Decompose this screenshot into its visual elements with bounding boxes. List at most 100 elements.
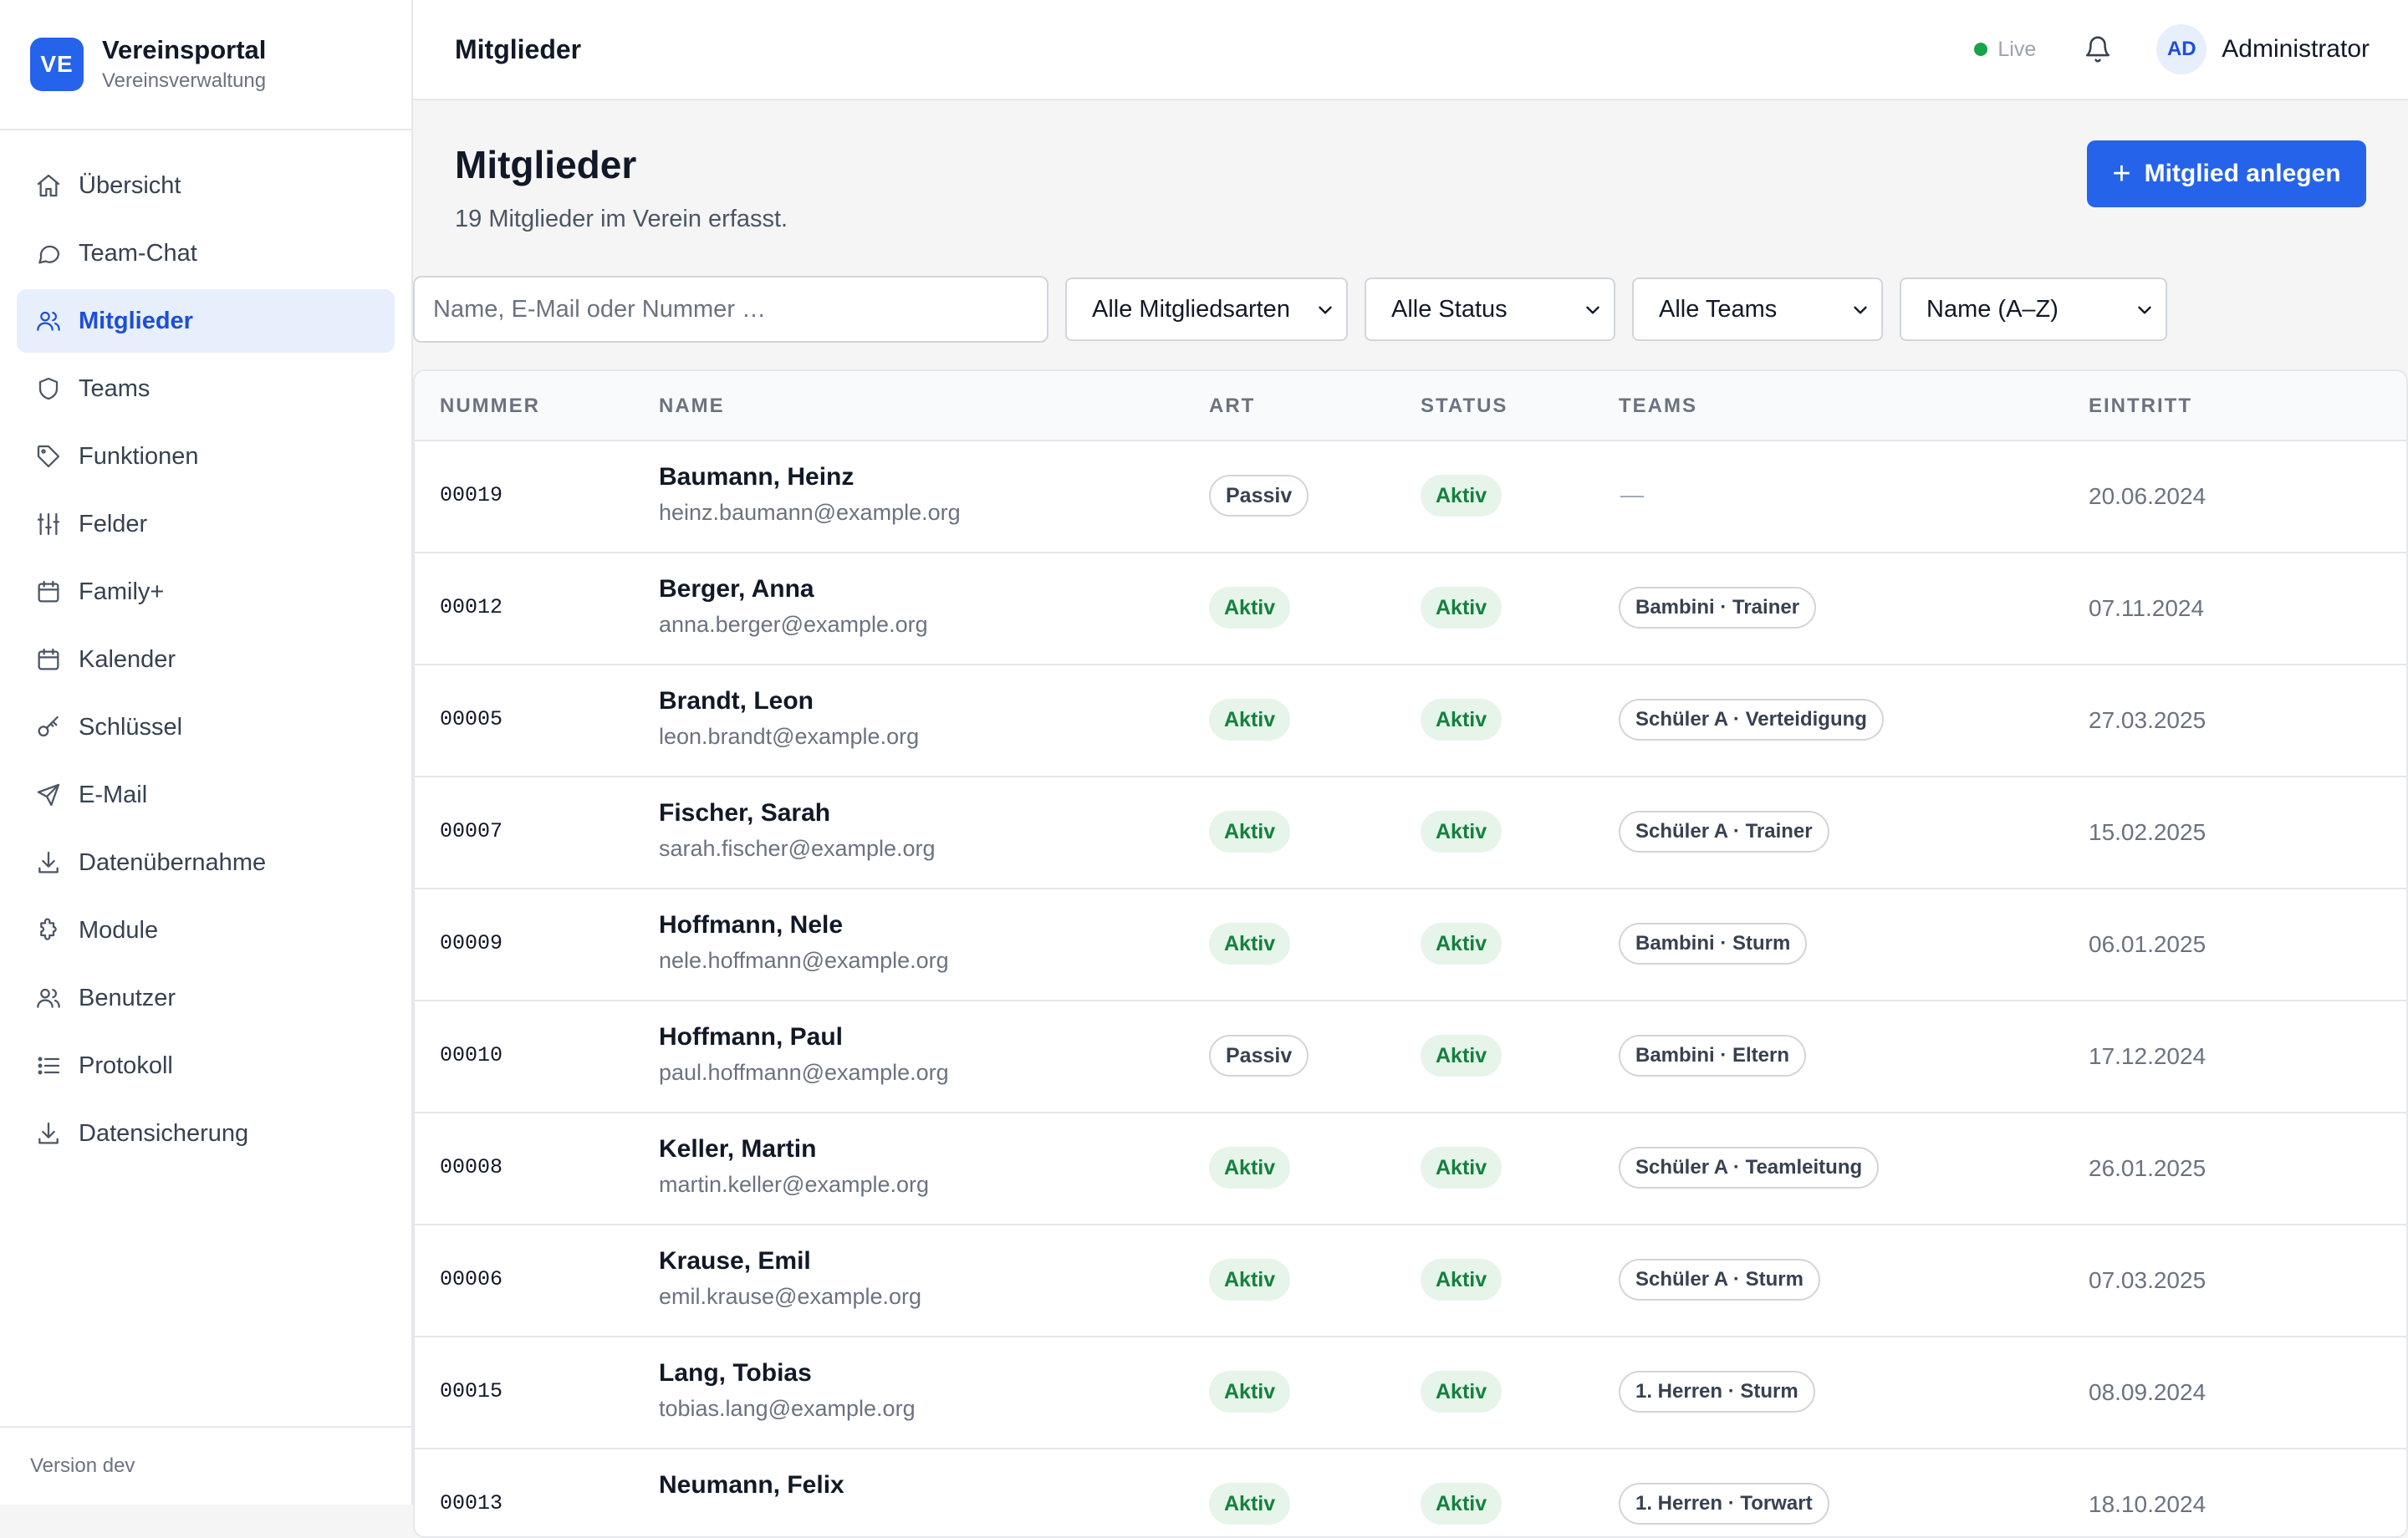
table-row[interactable]: 00006 Krause, Emil emil.krause@example.org… [415, 1225, 2406, 1337]
table-row[interactable]: 00007 Fischer, Sarah sarah.fischer@example… [415, 777, 2406, 889]
member-name[interactable]: Fischer, Sarah [659, 797, 936, 829]
bell-icon[interactable] [2079, 31, 2116, 68]
member-name[interactable]: Baumann, Heinz [659, 461, 961, 493]
avatar: AD [2156, 24, 2207, 74]
sidebar-item-funktionen[interactable]: Funktionen [17, 425, 395, 488]
member-number: 00015 [440, 1379, 503, 1403]
sidebar-item-datensicherung[interactable]: Datensicherung [17, 1102, 395, 1165]
topbar-title: Mitglieder [455, 33, 582, 64]
sidebar-item-mitglieder[interactable]: Mitglieder [17, 289, 395, 353]
entry-date: 15.02.2025 [2089, 819, 2206, 845]
filter-teams[interactable]: Alle Teams [1632, 278, 1883, 341]
sidebar-item-team-chat[interactable]: Team-Chat [17, 222, 395, 285]
chevron-down-icon [2138, 306, 2151, 314]
filter-teams-value: Alle Teams [1659, 295, 1778, 323]
status-badge: Aktiv [1421, 1371, 1502, 1413]
header-nummer[interactable]: NUMMER [440, 395, 540, 418]
filter-status[interactable]: Alle Status [1365, 278, 1615, 341]
table-row[interactable]: 00013 Neumann, Felix Aktiv Aktiv 1. Herren ·… [415, 1449, 2406, 1536]
table-header: NUMMER NAME ART STATUS TEAMS EINTRITT [415, 371, 2406, 441]
table-row[interactable]: 00008 Keller, Martin martin.keller@example… [415, 1113, 2406, 1225]
table-row[interactable]: 00019 Baumann, Heinz heinz.baumann@example… [415, 441, 2406, 553]
table-row[interactable]: 00005 Brandt, Leon leon.brandt@example.org… [415, 665, 2406, 777]
member-email: sarah.fischer@example.org [659, 836, 936, 861]
member-email: emil.krause@example.org [659, 1284, 922, 1309]
key-icon [33, 712, 64, 742]
header-teams[interactable]: TEAMS [1619, 395, 1697, 418]
sidebar-item-übersicht[interactable]: Übersicht [17, 154, 395, 217]
sidebar: VE Vereinsportal Vereinsverwaltung Übers… [0, 0, 413, 1505]
status-badge: Aktiv [1421, 587, 1502, 629]
table-row[interactable]: 00012 Berger, Anna anna.berger@example.org… [415, 553, 2406, 665]
sidebar-item-label: Mitglieder [79, 307, 193, 334]
member-email: paul.hoffmann@example.org [659, 1060, 949, 1085]
header-name[interactable]: NAME [659, 395, 725, 418]
sidebar-item-felder[interactable]: Felder [17, 492, 395, 556]
membership-type-badge: Aktiv [1209, 1259, 1291, 1301]
sidebar-item-datenübernahme[interactable]: Datenübernahme [17, 831, 395, 894]
topbar: Mitglieder Live AD Administrator [413, 0, 2408, 100]
team-badge: Bambini · Eltern [1619, 1035, 1807, 1077]
live-status: Live [1974, 38, 2036, 62]
header-art[interactable]: ART [1209, 395, 1255, 418]
sidebar-item-protokoll[interactable]: Protokoll [17, 1034, 395, 1097]
sidebar-item-e-mail[interactable]: E-Mail [17, 763, 395, 827]
member-email: martin.keller@example.org [659, 1172, 930, 1197]
member-name[interactable]: Brandt, Leon [659, 685, 919, 717]
sidebar-item-family+[interactable]: Family+ [17, 560, 395, 624]
member-name[interactable]: Hoffmann, Paul [659, 1021, 949, 1053]
status-badge: Aktiv [1421, 1147, 1502, 1189]
member-email: tobias.lang@example.org [659, 1396, 916, 1421]
member-email: heinz.baumann@example.org [659, 500, 961, 525]
entry-date: 07.03.2025 [2089, 1267, 2206, 1293]
sidebar-item-teams[interactable]: Teams [17, 357, 395, 420]
search-input[interactable]: Name, E-Mail oder Nummer … [413, 276, 1048, 343]
header-eintritt[interactable]: EINTRITT [2089, 395, 2192, 418]
sort-select[interactable]: Name (A–Z) [1900, 278, 2167, 341]
page-header: Mitglieder 19 Mitglieder im Verein erfas… [455, 100, 2366, 276]
add-member-button[interactable]: + Mitglied anlegen [2087, 140, 2366, 207]
brand-logo[interactable]: VE [30, 38, 84, 91]
team-badge: Schüler A · Teamleitung [1619, 1147, 1880, 1189]
team-badge: 1. Herren · Torwart [1619, 1483, 1829, 1525]
user-menu[interactable]: AD Administrator [2156, 24, 2370, 74]
member-name[interactable]: Keller, Martin [659, 1133, 929, 1165]
status-badge: Aktiv [1421, 1483, 1502, 1525]
member-name[interactable]: Neumann, Felix [659, 1469, 844, 1501]
member-name[interactable]: Krause, Emil [659, 1245, 921, 1277]
entry-date: 27.03.2025 [2089, 707, 2206, 733]
member-name[interactable]: Berger, Anna [659, 573, 928, 605]
calendar-icon [33, 577, 64, 607]
team-badge: Schüler A · Trainer [1619, 811, 1829, 853]
header-status[interactable]: STATUS [1421, 395, 1508, 418]
member-name-cell: Krause, Emil emil.krause@example.org [659, 1245, 921, 1312]
table-row[interactable]: 00010 Hoffmann, Paul paul.hoffmann@example… [415, 1001, 2406, 1113]
team-badge: Schüler A · Verteidigung [1619, 699, 1884, 741]
sort-select-value: Name (A–Z) [1926, 295, 2059, 323]
live-label: Live [1997, 37, 2037, 61]
download-icon [33, 1118, 64, 1148]
entry-date: 08.09.2024 [2089, 1379, 2206, 1405]
member-name[interactable]: Lang, Tobias [659, 1357, 916, 1389]
sidebar-item-module[interactable]: Module [17, 899, 395, 962]
table-row[interactable]: 00015 Lang, Tobias tobias.lang@example.org… [415, 1337, 2406, 1449]
member-name[interactable]: Hoffmann, Nele [659, 909, 949, 941]
member-name-cell: Berger, Anna anna.berger@example.org [659, 573, 928, 640]
member-name-cell: Baumann, Heinz heinz.baumann@example.org [659, 461, 961, 528]
table-row[interactable]: 00009 Hoffmann, Nele nele.hoffmann@example… [415, 889, 2406, 1001]
puzzle-icon [33, 915, 64, 945]
table-body: 00019 Baumann, Heinz heinz.baumann@example… [415, 441, 2406, 1536]
status-badge: Aktiv [1421, 1035, 1502, 1077]
users-icon [33, 306, 64, 336]
send-icon [33, 780, 64, 810]
sidebar-item-kalender[interactable]: Kalender [17, 628, 395, 691]
status-badge: Aktiv [1421, 1259, 1502, 1301]
plus-icon: + [2112, 156, 2131, 191]
sidebar-item-benutzer[interactable]: Benutzer [17, 966, 395, 1030]
status-badge: Aktiv [1421, 699, 1502, 741]
membership-type-badge: Aktiv [1209, 923, 1291, 965]
team-badge: Bambini · Trainer [1619, 587, 1817, 629]
filter-membership-type[interactable]: Alle Mitgliedsarten [1065, 278, 1348, 341]
sidebar-item-schlüssel[interactable]: Schlüssel [17, 695, 395, 759]
member-number: 00007 [440, 819, 503, 843]
